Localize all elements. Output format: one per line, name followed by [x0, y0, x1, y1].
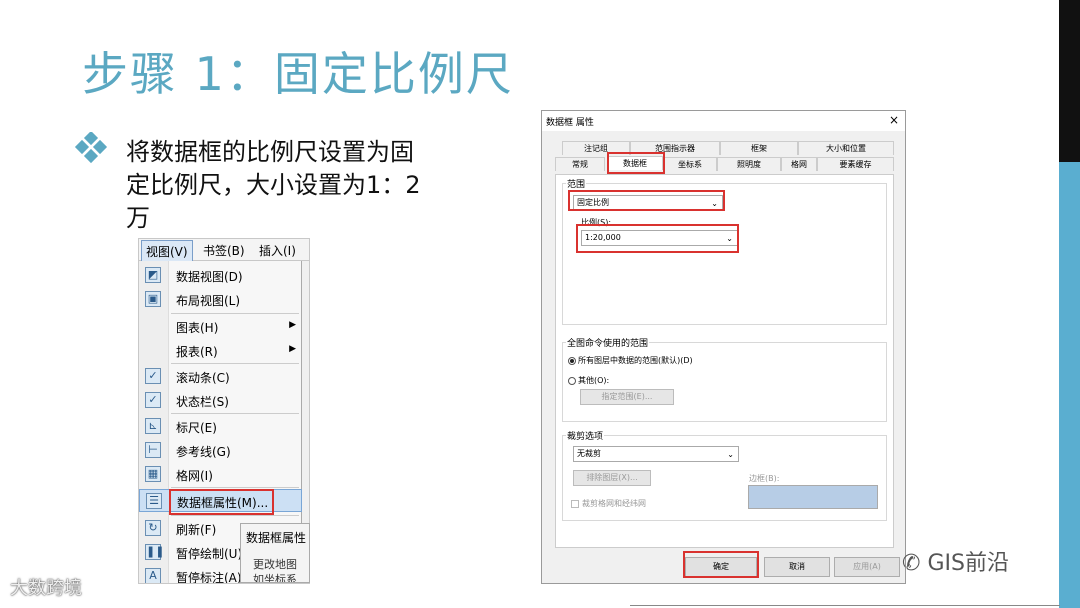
cancel-button[interactable]: 取消: [764, 557, 830, 577]
radio-other[interactable]: 其他(O):: [568, 375, 609, 386]
slide-title: 步骤 1：固定比例尺: [82, 47, 514, 101]
menu-insert[interactable]: 插入(I): [259, 242, 296, 259]
menu-item-grid[interactable]: ▦ 格网(I): [139, 463, 302, 486]
full-extent-group: [562, 342, 887, 422]
tab-grids[interactable]: 格网: [781, 157, 817, 171]
border-label: 边框(B):: [749, 474, 780, 483]
refresh-icon: ↻: [145, 520, 161, 536]
border-select[interactable]: [748, 485, 878, 509]
menu-item-graphs[interactable]: 图表(H) ▶: [139, 315, 302, 338]
diamond-bullet-icon: [74, 132, 108, 164]
menu-item-guides[interactable]: ⊢ 参考线(G): [139, 439, 302, 462]
menu-item-scrollbars[interactable]: ✓ 滚动条(C): [139, 365, 302, 388]
tab-coordinate-system[interactable]: 坐标系: [663, 157, 717, 171]
accent-bar-dark: [1059, 0, 1080, 162]
pause-icon: ❚❚: [145, 544, 165, 560]
ruler-icon: ⊾: [145, 418, 161, 434]
submenu-arrow-icon: ▶: [289, 344, 296, 354]
highlight-box-ok: [683, 551, 759, 578]
menu-item-rulers[interactable]: ⊾ 标尺(E): [139, 415, 302, 438]
watermark-left: 大数跨境: [10, 578, 82, 599]
highlight-box-menu: [169, 489, 274, 515]
menu-item-layout-view[interactable]: ▣ 布局视图(L): [139, 288, 302, 311]
clip-select[interactable]: 无裁剪 ⌄: [573, 446, 739, 462]
dialog-titlebar: 数据框 属性 ×: [542, 111, 905, 131]
menubar: 视图(V) 书签(B) 插入(I): [139, 239, 309, 263]
wechat-icon: ✆: [902, 551, 928, 576]
grid-icon: ▦: [145, 466, 161, 482]
bullet-text: 将数据框的比例尺设置为固定比例尺，大小设置为1：2万: [126, 138, 421, 232]
submenu-arrow-icon: ▶: [289, 320, 296, 330]
tab-frame[interactable]: 框架: [720, 141, 798, 155]
menu-item-data-view[interactable]: ◩ 数据视图(D): [139, 264, 302, 287]
dialog-title: 数据框 属性: [546, 118, 594, 128]
apply-button[interactable]: 应用(A): [834, 557, 900, 577]
tab-illumination[interactable]: 照明度: [717, 157, 781, 171]
divider: [630, 605, 1060, 606]
slide: 步骤 1：固定比例尺 将数据框的比例尺设置为固定比例尺，大小设置为1：2万 视图…: [0, 0, 1080, 608]
specify-extent-button[interactable]: 指定范围(E)...: [580, 389, 674, 405]
tooltip-data-frame-properties: 数据框属性 更改地图 如坐标系: [240, 523, 310, 583]
radio-unselected-icon: [568, 376, 576, 385]
menu-item-reports[interactable]: 报表(R) ▶: [139, 339, 302, 362]
extent-group-label: 范围: [566, 177, 587, 190]
close-icon[interactable]: ×: [889, 113, 899, 127]
layout-view-icon: ▣: [145, 291, 161, 307]
menu-bookmarks[interactable]: 书签(B): [203, 242, 245, 259]
menu-item-status-bar[interactable]: ✓ 状态栏(S): [139, 389, 302, 412]
radio-selected-icon: [568, 356, 576, 365]
radio-all-layers[interactable]: 所有图层中数据的范围(默认)(D): [568, 355, 693, 366]
full-extent-group-label: 全图命令使用的范围: [566, 336, 650, 349]
clip-grid-checkbox[interactable]: 裁剪格网和经纬网: [571, 498, 646, 509]
highlight-box-tab: [607, 152, 665, 174]
chevron-down-icon: ⌄: [727, 450, 734, 459]
data-view-icon: ◩: [145, 267, 161, 283]
tab-size-and-position[interactable]: 大小和位置: [798, 141, 894, 155]
highlight-box-scale: [576, 224, 739, 253]
data-frame-properties-dialog: 数据框 属性 × 注记组 范围指示器 框架 大小和位置 常规 数据框 坐标系 照…: [541, 110, 906, 584]
clip-options-group-label: 裁剪选项: [566, 429, 605, 442]
checkmark-icon: ✓: [145, 392, 161, 408]
pause-label-icon: A: [145, 568, 161, 583]
guide-icon: ⊢: [145, 442, 161, 458]
data-frame-properties-icon: ☰: [146, 493, 162, 509]
watermark-right: ✆ GIS前沿: [902, 551, 1009, 576]
highlight-box-extent: [568, 190, 725, 211]
exclude-layers-button[interactable]: 排除图层(X)...: [573, 470, 651, 486]
menu-view[interactable]: 视图(V): [141, 240, 193, 263]
checkbox-icon: [571, 499, 579, 508]
tab-general[interactable]: 常规: [555, 157, 605, 171]
tab-feature-cache[interactable]: 要素缓存: [817, 157, 894, 171]
checkmark-icon: ✓: [145, 368, 161, 384]
